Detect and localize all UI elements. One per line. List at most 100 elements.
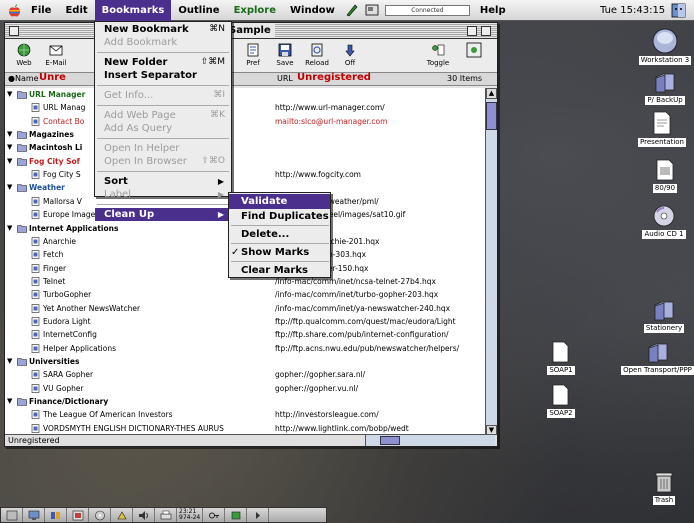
control-strip-tab-icon[interactable] [1,508,23,522]
folder-row[interactable]: ▼ Finance/Dictionary [5,396,487,407]
menu-item-add-web-page[interactable]: Add Web Page ⌘K [95,109,231,122]
disclosure-triangle-icon[interactable]: ▼ [7,357,15,365]
menu-item-new-bookmark[interactable]: New Bookmark ⌘N [95,23,231,36]
bookmark-row[interactable]: The League Of American Investors http://i… [5,409,487,420]
menu-separator [97,105,229,106]
desktop-icon-audio-cd[interactable]: Audio CD 1 [636,204,692,239]
file-sharing-icon[interactable] [111,508,133,522]
printer-icon[interactable] [155,508,177,522]
menu-explore[interactable]: Explore [227,0,283,21]
bookmark-row[interactable]: Yet Another NewsWatcher/info-mac/comm/in… [5,303,487,314]
folder-row[interactable]: ▼ Magazines [5,129,487,140]
bookmark-row[interactable]: Contact Bo mailto:slco@url-manager.com [5,116,487,127]
keychain-icon[interactable] [203,508,226,522]
sound-volume-icon[interactable] [133,508,155,522]
folder-row[interactable]: ▼ Macintosh Li [5,142,487,153]
menu-item-get-info[interactable]: Get Info... ⌘I [95,89,231,102]
menu-item-sort[interactable]: Sort ▶ [95,175,231,188]
hscroll-thumb[interactable] [380,436,400,445]
menu-outline[interactable]: Outline [171,0,226,21]
toolbar-off-button[interactable]: Off [335,41,365,70]
desktop-icon-backup[interactable]: P/ BackUp [640,70,690,105]
scroll-up-arrow-icon[interactable]: ▲ [486,88,497,99]
toolbar-save-button[interactable]: Save [270,41,300,70]
submenu-item-delete[interactable]: Delete... [229,227,330,242]
zoom-box[interactable] [467,26,477,36]
menu-item-label[interactable]: Label ▶ [95,188,231,201]
menu-item-insert-separator[interactable]: Insert Separator [95,69,231,82]
menu-item-add-bookmark[interactable]: Add Bookmark [95,36,231,49]
horizontal-scrollbar[interactable] [365,435,495,446]
bookmark-row[interactable]: TurboGopher/info-mac/comm/inet/turbo-gop… [5,289,487,300]
disclosure-triangle-icon[interactable]: ▼ [7,90,15,98]
vertical-scrollbar[interactable]: ▲ ▼ [485,88,497,436]
menu-item-clean-up[interactable]: Clean Up ▶ [95,208,231,221]
memory-readout[interactable]: 23:21 974-24 [177,508,204,522]
desktop-icon-workstation[interactable]: Workstation 3 [637,28,693,65]
cd-player-icon[interactable] [89,508,111,522]
bookmark-row[interactable]: Eudora Light ftp://ftp.qualcomm.com/quest… [5,316,487,327]
monitor-icon[interactable] [23,508,45,522]
bookmark-row[interactable]: VORDSMYTH ENGLISH DICTIONARY-THES AURUS h… [5,423,487,434]
bookmark-icon [31,237,40,246]
disclosure-triangle-icon[interactable]: ▼ [7,143,15,151]
submenu-item-validate[interactable]: Validate [229,194,330,209]
toolbar-reload-button[interactable]: Reload [302,41,332,70]
connection-status: Connected [384,4,470,16]
bookmark-row[interactable]: VU Gopher gopher://gopher.vu.nl/ [5,383,487,394]
desktop-icon-stationery[interactable]: Stationery [636,298,692,333]
disclosure-triangle-icon[interactable]: ▼ [7,224,15,232]
column-url-header[interactable]: URL [277,74,293,83]
close-box[interactable] [9,26,19,36]
toolbar-email-button[interactable]: E-Mail [41,41,71,70]
desktop-icon-soap2[interactable]: SOAP2 [540,383,582,418]
location-manager-icon[interactable] [225,508,248,522]
bookmark-row[interactable]: InternetConfig ftp://ftp.share.com/pub/in… [5,329,487,340]
windowshade-box[interactable] [481,26,491,36]
window-titlebar[interactable]: Sample [5,23,497,39]
application-menu-icon[interactable] [671,3,686,18]
toolbar-pref-button[interactable]: Pref [238,41,268,70]
disclosure-triangle-icon[interactable]: ▼ [7,397,15,405]
disclosure-triangle-icon[interactable]: ▼ [7,130,15,138]
desktop-icon-soap1[interactable]: SOAP1 [540,340,582,375]
desktop-icon-80-90[interactable]: 80/90 [643,158,687,193]
bookmark-row[interactable]: URL Manag http://www.url-manager.com/ [5,102,487,113]
submenu-item-find-duplicates[interactable]: Find Duplicates [229,209,330,224]
desktop-icon-open-transport[interactable]: Open Transport/PPP [621,340,694,375]
toolbar-toggle-button[interactable]: Toggle [423,41,453,70]
scroll-thumb[interactable] [486,102,497,130]
folder-row[interactable]: ▼ URL Manager [5,89,487,100]
submenu-item-show-marks[interactable]: ✓ Show Marks [229,245,330,260]
disclosure-triangle-icon[interactable]: ▼ [7,183,15,191]
script-icon[interactable] [342,0,362,21]
desktop-icon-trash[interactable]: Trash [644,470,684,505]
menu-bookmarks[interactable]: Bookmarks [94,0,172,21]
toolbar-web-button[interactable]: Web [9,41,39,70]
menu-item-open-in-browser[interactable]: Open In Browser ⇧⌘O [95,155,231,168]
apple-menu-icon[interactable] [4,0,24,21]
menu-help[interactable]: Help [473,0,513,21]
menu-item-open-in-helper[interactable]: Open In Helper [95,142,231,155]
color-depth-icon[interactable] [67,508,89,522]
menu-item-add-as-query[interactable]: Add As Query [95,122,231,135]
appletalk-icon[interactable] [45,508,67,522]
menu-edit[interactable]: Edit [58,0,94,21]
desktop-icon-presentation[interactable]: Presentation [630,110,694,147]
sort-dot-icon[interactable]: ● [8,74,15,83]
toolbar-extra-button[interactable] [459,41,489,70]
folder-row[interactable]: ▼ Fog City Sof [5,156,487,167]
bookmark-row[interactable]: Helper Applications ftp://ftp.acns.nwu.ed… [5,343,487,354]
folder-row[interactable]: ▼ Universities [5,356,487,367]
bookmark-row[interactable]: SARA Gopher gopher://gopher.sara.nl/ [5,369,487,380]
submenu-item-clear-marks[interactable]: Clear Marks [229,263,330,278]
menu-item-new-folder[interactable]: New Folder ⇧⌘M [95,56,231,69]
column-name-header[interactable]: Name [15,74,39,83]
bookmark-row[interactable]: Fog City S http://www.fogcity.com [5,169,487,180]
menu-window[interactable]: Window [283,0,342,21]
strip-arrow-icon[interactable] [247,508,270,522]
modem-icon[interactable] [362,0,382,21]
disclosure-triangle-icon[interactable]: ▼ [7,157,15,165]
menu-clock[interactable]: Tue 15:43:15 [600,0,665,21]
menu-file[interactable]: File [24,0,58,21]
